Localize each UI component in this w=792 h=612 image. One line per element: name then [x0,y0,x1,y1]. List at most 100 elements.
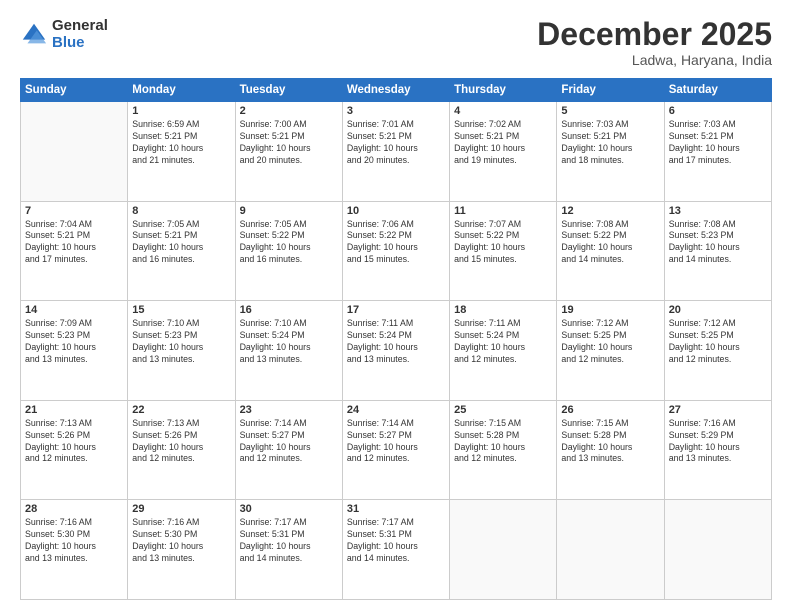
calendar-header-row: Sunday Monday Tuesday Wednesday Thursday… [21,79,772,102]
table-row: 22 Sunrise: 7:13 AMSunset: 5:26 PMDayligh… [128,400,235,500]
calendar-week-row: 28 Sunrise: 7:16 AMSunset: 5:30 PMDayligh… [21,500,772,600]
day-info: Sunrise: 7:04 AMSunset: 5:21 PMDaylight:… [25,219,123,267]
day-info: Sunrise: 7:15 AMSunset: 5:28 PMDaylight:… [454,418,552,466]
day-number: 5 [561,105,659,117]
day-number: 20 [669,304,767,316]
table-row: 11Sunrise: 7:07 AMSunset: 5:22 PMDayligh… [450,201,557,301]
day-number: 28 [25,503,123,515]
table-row: 29 Sunrise: 7:16 AMSunset: 5:30 PMDayligh… [128,500,235,600]
day-info: Sunrise: 7:13 AMSunset: 5:26 PMDaylight:… [132,418,230,466]
day-info: Sunrise: 7:06 AMSunset: 5:22 PMDaylight:… [347,219,445,267]
table-row: 19 Sunrise: 7:12 AMSunset: 5:25 PMDayligh… [557,301,664,401]
day-number: 30 [240,503,338,515]
day-number: 4 [454,105,552,117]
day-info: Sunrise: 7:16 AMSunset: 5:30 PMDaylight:… [132,517,230,565]
table-row: 3 Sunrise: 7:01 AMSunset: 5:21 PMDaylight… [342,102,449,202]
logo-text: General Blue [52,18,108,51]
col-saturday: Saturday [664,79,771,102]
table-row: 14 Sunrise: 7:09 AMSunset: 5:23 PMDayligh… [21,301,128,401]
day-info: Sunrise: 7:13 AMSunset: 5:26 PMDaylight:… [25,418,123,466]
day-number: 15 [132,304,230,316]
day-info: Sunrise: 7:15 AMSunset: 5:28 PMDaylight:… [561,418,659,466]
table-row: 23 Sunrise: 7:14 AMSunset: 5:27 PMDayligh… [235,400,342,500]
table-row [21,102,128,202]
day-number: 19 [561,304,659,316]
col-friday: Friday [557,79,664,102]
table-row: 31Sunrise: 7:17 AMSunset: 5:31 PMDayligh… [342,500,449,600]
table-row: 12 Sunrise: 7:08 AMSunset: 5:22 PMDayligh… [557,201,664,301]
day-number: 3 [347,105,445,117]
day-number: 31 [347,503,445,515]
table-row: 17 Sunrise: 7:11 AMSunset: 5:24 PMDayligh… [342,301,449,401]
day-number: 13 [669,205,767,217]
day-number: 7 [25,205,123,217]
day-number: 14 [25,304,123,316]
day-number: 22 [132,404,230,416]
table-row: 7 Sunrise: 7:04 AMSunset: 5:21 PMDaylight… [21,201,128,301]
table-row: 9Sunrise: 7:05 AMSunset: 5:22 PMDaylight… [235,201,342,301]
table-row: 4 Sunrise: 7:02 AMSunset: 5:21 PMDaylight… [450,102,557,202]
day-number: 21 [25,404,123,416]
table-row: 15 Sunrise: 7:10 AMSunset: 5:23 PMDayligh… [128,301,235,401]
month-title: December 2025 [537,18,772,50]
day-number: 12 [561,205,659,217]
day-info: Sunrise: 7:12 AMSunset: 5:25 PMDaylight:… [561,318,659,366]
day-info: Sunrise: 7:11 AMSunset: 5:24 PMDaylight:… [347,318,445,366]
table-row: 6Sunrise: 7:03 AMSunset: 5:21 PMDaylight… [664,102,771,202]
day-info: Sunrise: 7:16 AMSunset: 5:30 PMDaylight:… [25,517,123,565]
calendar-week-row: 1 Sunrise: 6:59 AMSunset: 5:21 PMDaylight… [21,102,772,202]
table-row: 28 Sunrise: 7:16 AMSunset: 5:30 PMDayligh… [21,500,128,600]
day-info: Sunrise: 7:09 AMSunset: 5:23 PMDaylight:… [25,318,123,366]
col-thursday: Thursday [450,79,557,102]
day-info: Sunrise: 7:08 AMSunset: 5:22 PMDaylight:… [561,219,659,267]
day-info: Sunrise: 7:05 AMSunset: 5:21 PMDaylight:… [132,219,230,267]
day-number: 17 [347,304,445,316]
table-row: 20Sunrise: 7:12 AMSunset: 5:25 PMDayligh… [664,301,771,401]
day-info: Sunrise: 7:16 AMSunset: 5:29 PMDaylight:… [669,418,767,466]
day-info: Sunrise: 7:03 AMSunset: 5:21 PMDaylight:… [561,119,659,167]
day-number: 25 [454,404,552,416]
logo-icon [20,21,48,49]
calendar-week-row: 7 Sunrise: 7:04 AMSunset: 5:21 PMDaylight… [21,201,772,301]
table-row: 18 Sunrise: 7:11 AMSunset: 5:24 PMDayligh… [450,301,557,401]
day-number: 2 [240,105,338,117]
table-row: 8Sunrise: 7:05 AMSunset: 5:21 PMDaylight… [128,201,235,301]
day-number: 27 [669,404,767,416]
day-info: Sunrise: 6:59 AMSunset: 5:21 PMDaylight:… [132,119,230,167]
location: Ladwa, Haryana, India [537,52,772,68]
table-row: 27 Sunrise: 7:16 AMSunset: 5:29 PMDayligh… [664,400,771,500]
col-sunday: Sunday [21,79,128,102]
day-number: 1 [132,105,230,117]
day-number: 24 [347,404,445,416]
col-monday: Monday [128,79,235,102]
day-info: Sunrise: 7:14 AMSunset: 5:27 PMDaylight:… [240,418,338,466]
day-number: 29 [132,503,230,515]
day-number: 18 [454,304,552,316]
logo-blue-text: Blue [52,35,108,52]
day-number: 16 [240,304,338,316]
table-row: 21 Sunrise: 7:13 AMSunset: 5:26 PMDayligh… [21,400,128,500]
day-info: Sunrise: 7:10 AMSunset: 5:23 PMDaylight:… [132,318,230,366]
day-info: Sunrise: 7:08 AMSunset: 5:23 PMDaylight:… [669,219,767,267]
calendar-week-row: 21 Sunrise: 7:13 AMSunset: 5:26 PMDayligh… [21,400,772,500]
day-number: 10 [347,205,445,217]
table-row [664,500,771,600]
table-row: 5 Sunrise: 7:03 AMSunset: 5:21 PMDaylight… [557,102,664,202]
logo-general-text: General [52,18,108,35]
day-number: 23 [240,404,338,416]
table-row [557,500,664,600]
day-info: Sunrise: 7:11 AMSunset: 5:24 PMDaylight:… [454,318,552,366]
day-number: 6 [669,105,767,117]
day-info: Sunrise: 7:17 AMSunset: 5:31 PMDaylight:… [240,517,338,565]
day-info: Sunrise: 7:02 AMSunset: 5:21 PMDaylight:… [454,119,552,167]
day-info: Sunrise: 7:10 AMSunset: 5:24 PMDaylight:… [240,318,338,366]
col-tuesday: Tuesday [235,79,342,102]
page: General Blue December 2025 Ladwa, Haryan… [0,0,792,612]
calendar-table: Sunday Monday Tuesday Wednesday Thursday… [20,78,772,600]
table-row: 24Sunrise: 7:14 AMSunset: 5:27 PMDayligh… [342,400,449,500]
day-info: Sunrise: 7:01 AMSunset: 5:21 PMDaylight:… [347,119,445,167]
table-row: 26Sunrise: 7:15 AMSunset: 5:28 PMDayligh… [557,400,664,500]
title-section: December 2025 Ladwa, Haryana, India [537,18,772,68]
table-row: 30 Sunrise: 7:17 AMSunset: 5:31 PMDayligh… [235,500,342,600]
table-row: 25 Sunrise: 7:15 AMSunset: 5:28 PMDayligh… [450,400,557,500]
